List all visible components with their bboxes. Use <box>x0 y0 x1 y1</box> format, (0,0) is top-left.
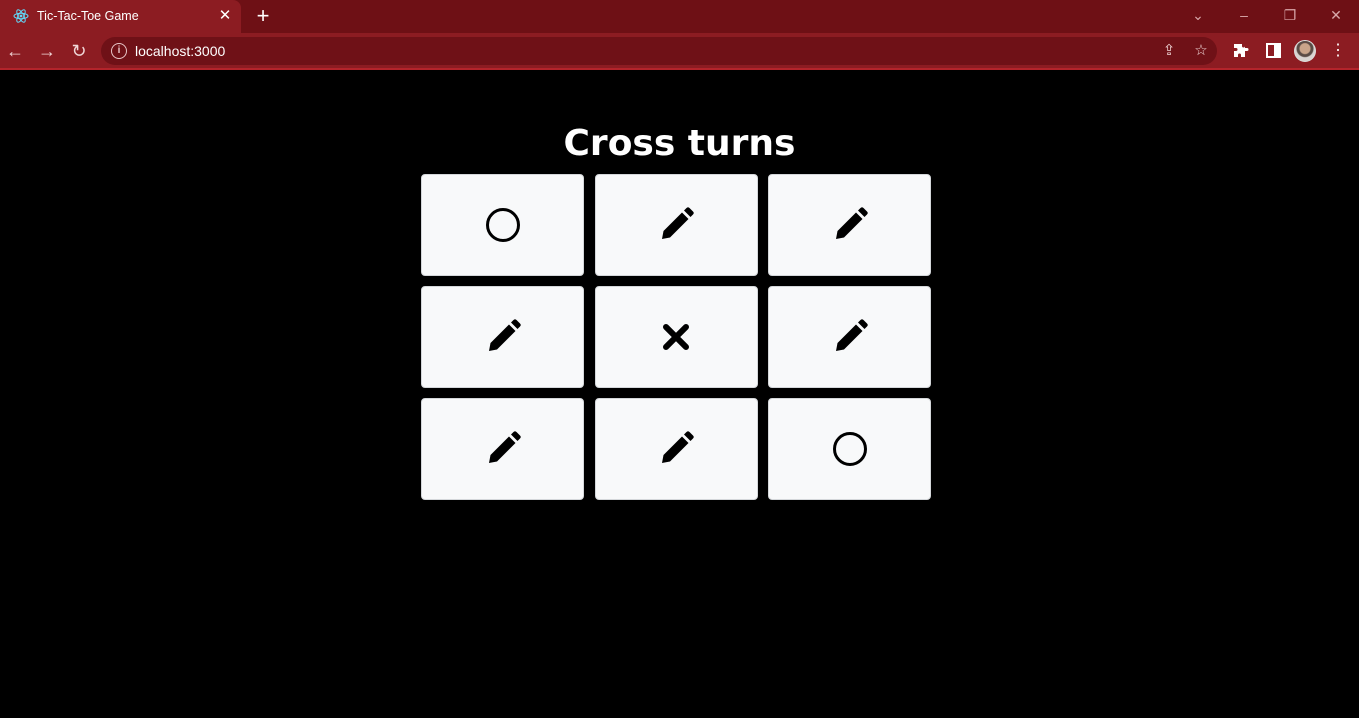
profile-avatar[interactable] <box>1294 40 1316 62</box>
pencil-icon <box>488 431 521 463</box>
cross-icon <box>663 323 689 350</box>
pencil-icon <box>662 431 694 463</box>
site-info-icon[interactable]: i <box>111 43 127 59</box>
game-board <box>421 174 931 500</box>
board-cell-1[interactable] <box>421 174 584 276</box>
menu-kebab-icon[interactable]: ⋮ <box>1327 40 1349 62</box>
tab-title: Tic-Tac-Toe Game <box>37 9 139 23</box>
close-window-icon[interactable]: ✕ <box>1323 4 1349 26</box>
pencil-icon <box>835 319 868 351</box>
browser-toolbar: ← → ↻ i localhost:3000 ⇪ ☆ ⋮ <box>0 33 1359 70</box>
board-cell-2[interactable] <box>594 174 758 276</box>
pencil-icon <box>662 207 694 239</box>
board-cell-3[interactable] <box>768 174 931 276</box>
restore-icon[interactable]: ❐ <box>1277 4 1303 26</box>
back-icon[interactable]: ← <box>4 40 26 62</box>
board-cell-5[interactable] <box>594 286 758 388</box>
react-icon <box>13 9 29 23</box>
board-cell-7[interactable] <box>421 398 584 500</box>
board-cell-6[interactable] <box>768 286 931 388</box>
browser-tab[interactable]: Tic-Tac-Toe Game ✕ <box>0 0 241 33</box>
url-text[interactable]: localhost:3000 <box>135 43 225 59</box>
address-bar[interactable]: i localhost:3000 ⇪ ☆ <box>101 37 1217 65</box>
circle-icon <box>485 207 520 242</box>
pencil-icon <box>835 207 868 239</box>
browser-titlebar: Tic-Tac-Toe Game ✕ + ⌄ – ❐ ✕ <box>0 0 1359 33</box>
close-tab-icon[interactable]: ✕ <box>216 7 234 25</box>
minimize-icon[interactable]: – <box>1231 4 1257 26</box>
side-panel-icon[interactable] <box>1262 40 1284 62</box>
turn-status-heading: Cross turns <box>563 123 796 164</box>
forward-icon[interactable]: → <box>36 40 58 62</box>
board-cell-4[interactable] <box>421 286 584 388</box>
share-icon[interactable]: ⇪ <box>1159 41 1179 61</box>
page-content: Cross turns <box>0 70 1359 718</box>
board-cell-9[interactable] <box>768 398 931 500</box>
pencil-icon <box>488 319 521 351</box>
circle-icon <box>832 431 867 466</box>
reload-icon[interactable]: ↻ <box>68 40 90 62</box>
board-cell-8[interactable] <box>594 398 758 500</box>
bookmark-star-icon[interactable]: ☆ <box>1191 41 1211 61</box>
new-tab-icon[interactable]: + <box>252 5 274 27</box>
tab-search-icon[interactable]: ⌄ <box>1185 4 1211 26</box>
extensions-icon[interactable] <box>1230 40 1252 62</box>
